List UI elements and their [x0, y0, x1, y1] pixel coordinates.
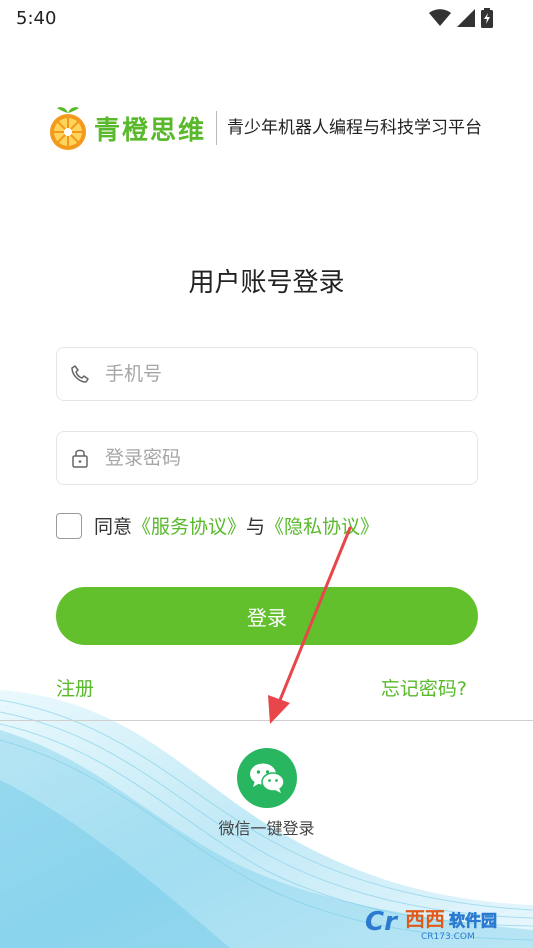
wechat-login-label: 微信一键登录	[218, 819, 315, 838]
wechat-icon	[250, 763, 285, 793]
wechat-login-button[interactable]	[237, 748, 297, 808]
